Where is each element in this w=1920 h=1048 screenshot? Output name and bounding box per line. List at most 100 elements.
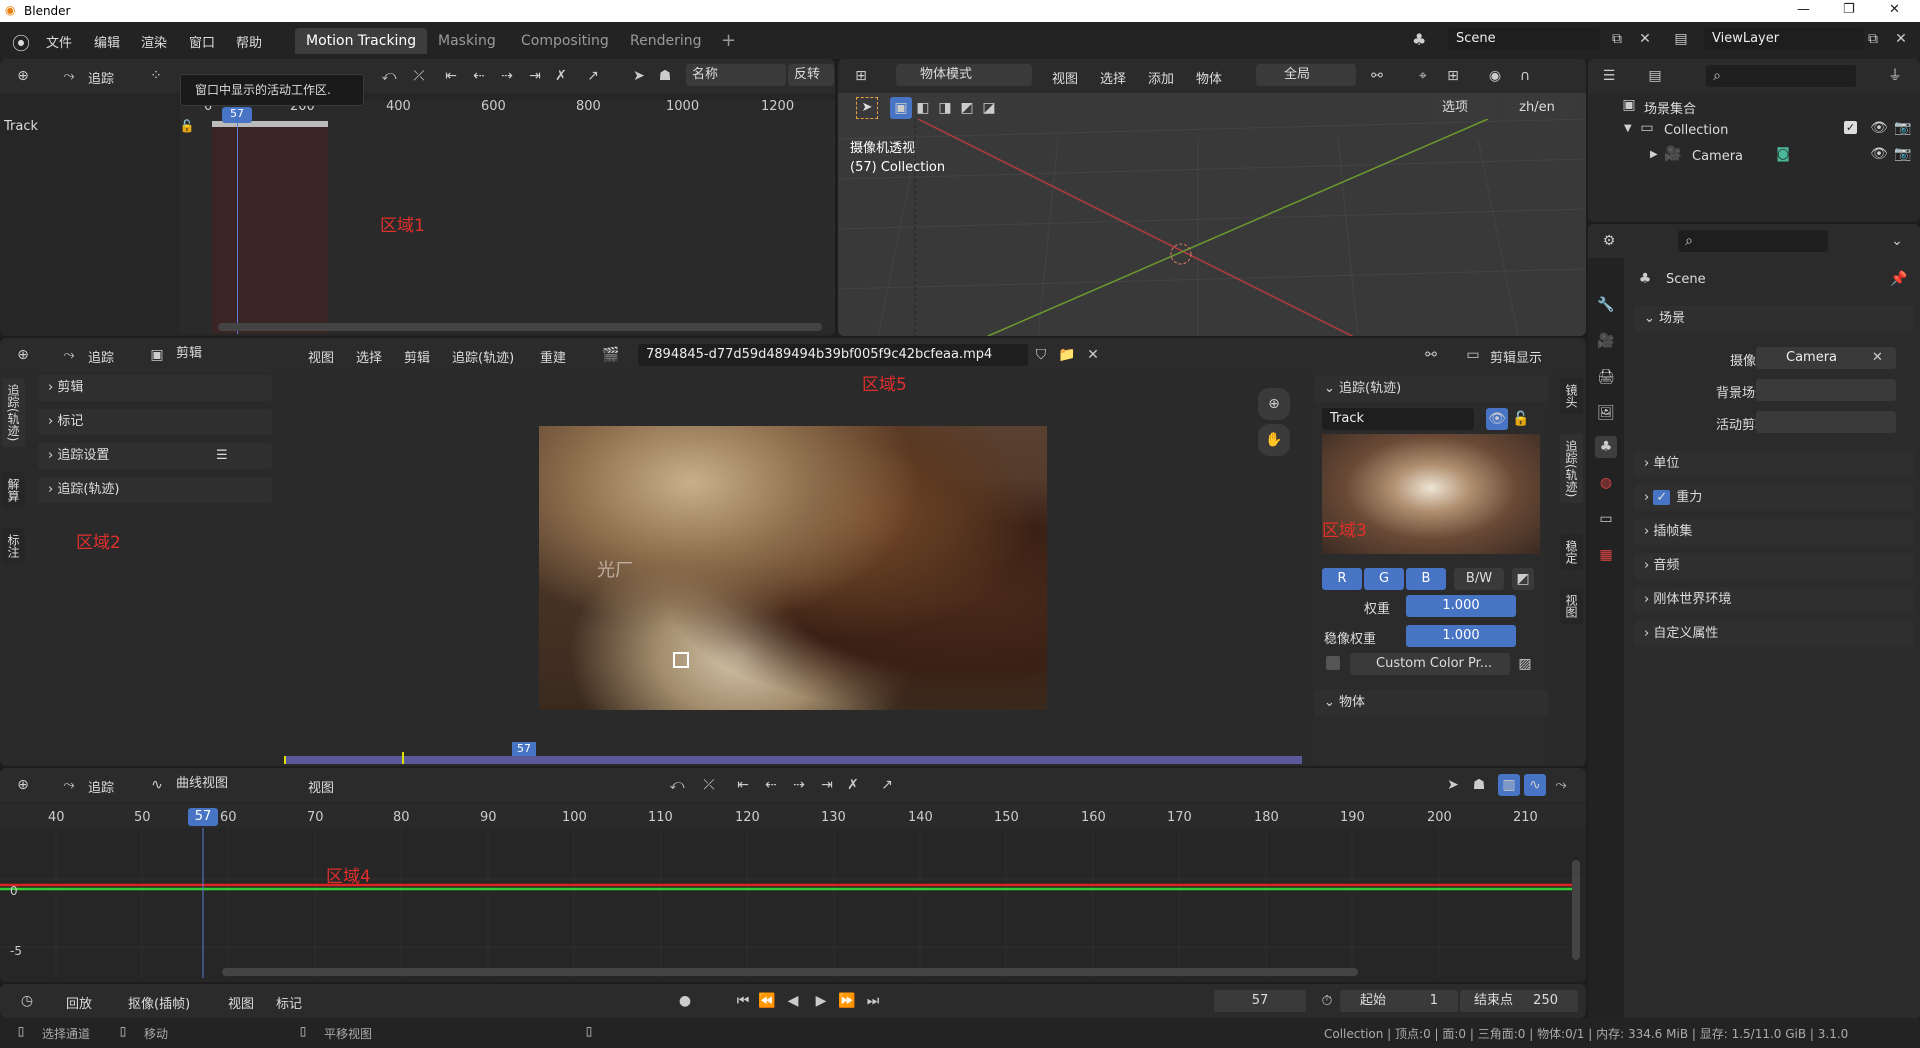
track-mode-icon[interactable]: ⤳ [58, 65, 80, 87]
snap-target-icon[interactable]: ⊞ [1442, 65, 1464, 87]
select-filter-icon[interactable]: ➤ [1442, 774, 1464, 796]
tab-masking[interactable]: Masking [427, 28, 507, 54]
track-markers-icon[interactable]: ⤺ [378, 65, 400, 87]
color-preset-dropdown[interactable]: Custom Color Pr... [1350, 653, 1510, 675]
clear-camera-icon[interactable]: ✕ [1872, 350, 1883, 365]
properties-search[interactable] [1678, 230, 1828, 252]
camera-expand-icon[interactable]: ▶ [1650, 149, 1658, 160]
track-next-icon[interactable]: ⇢ [496, 65, 518, 87]
clip-display-dropdown[interactable]: 剪辑显示 [1490, 347, 1542, 366]
track-channel-label[interactable]: Track [4, 119, 38, 134]
new-scene-icon[interactable]: ⧉ [1606, 28, 1628, 50]
curve-view-dropdown[interactable]: 曲线视图 [170, 773, 290, 795]
track-backward-icon[interactable]: ⇤ [732, 774, 754, 796]
weight-field[interactable]: 1.000 [1406, 595, 1516, 617]
next-keyframe-icon[interactable]: ⏩ [836, 990, 858, 1012]
proportional-icon[interactable]: ◉ [1484, 65, 1506, 87]
show-motion-icon[interactable]: ▥ [1498, 774, 1520, 796]
show-error-icon[interactable]: ⤳ [1550, 774, 1572, 796]
zoom-icon[interactable]: ⊕ [1258, 388, 1290, 420]
color-picker-icon[interactable]: ▨ [1514, 653, 1536, 675]
pivot-icon[interactable]: ⚯ [1366, 65, 1388, 87]
collection-visibility-icon[interactable]: 👁 [1868, 117, 1890, 139]
clear-track-icon[interactable]: ⤫ [698, 774, 720, 796]
gravity-checkbox[interactable]: ✓ [1653, 490, 1671, 505]
view-layer-tab-icon[interactable]: 🖼 [1595, 402, 1617, 424]
jump-end-icon[interactable]: ⏭ [862, 990, 884, 1012]
start-frame-field[interactable]: 起始 1 [1340, 990, 1458, 1012]
graph-frame-indicator[interactable]: 57 [188, 808, 218, 826]
properties-editor-icon[interactable]: ⚙ [1598, 230, 1620, 252]
record-icon[interactable]: ● [674, 990, 696, 1012]
menu-file[interactable]: 文件 [46, 32, 72, 51]
dopesheet-mode[interactable]: 追踪 [88, 68, 114, 87]
clip-browse-icon[interactable]: 🎬 [600, 344, 622, 366]
refine-icon[interactable]: ↗ [876, 774, 898, 796]
visibility-eye-icon[interactable]: 👁 [1486, 408, 1508, 430]
graph-editor-icon[interactable]: ⊕ [12, 774, 34, 796]
tab-rendering[interactable]: Rendering [619, 28, 713, 54]
clip-file-field[interactable]: 7894845-d77d59d489494b39bf005f9c42bcfeaa… [638, 344, 1028, 366]
viewlayer-icon[interactable]: ▤ [1670, 28, 1692, 50]
viewport-menu-select[interactable]: 选择 [1100, 68, 1126, 87]
timeline-editor-icon[interactable]: ◷ [16, 990, 38, 1012]
lock-icon[interactable]: 🔓 [1510, 408, 1532, 430]
fake-user-icon[interactable]: ⛉ [1030, 344, 1052, 366]
viewport-menu-view[interactable]: 视图 [1052, 68, 1078, 87]
keying-sets-panel-header[interactable]: › 插帧集 [1634, 519, 1914, 545]
alpha-icon[interactable]: ◩ [1512, 568, 1534, 590]
timeline-view-menu[interactable]: 视图 [228, 993, 254, 1012]
clip-menu-clip[interactable]: 剪辑 [404, 347, 430, 366]
tab-motion-tracking[interactable]: Motion Tracking [295, 28, 428, 54]
clip-display-icon[interactable]: ▭ [1462, 344, 1484, 366]
chevron-down-icon[interactable]: ⌄ [1886, 230, 1908, 252]
active-clip-field[interactable] [1756, 411, 1896, 433]
clip-menu-reconstruct[interactable]: 重建 [540, 347, 566, 366]
snap-icon[interactable]: ⌖ [1412, 65, 1434, 87]
channel-g-button[interactable]: G [1364, 568, 1404, 590]
add-workspace-button[interactable]: + [710, 28, 747, 54]
tab-footage[interactable]: 镜头 [1560, 378, 1583, 414]
playback-menu[interactable]: 回放 [66, 993, 92, 1012]
collection-render-icon[interactable]: 📷 [1892, 117, 1914, 139]
play-reverse-icon[interactable]: ◀ [782, 990, 804, 1012]
track-next-icon[interactable]: ⇢ [788, 774, 810, 796]
graph-mode[interactable]: 追踪 [88, 777, 114, 796]
current-frame-field[interactable]: 57 [1214, 990, 1306, 1012]
world-tab-icon[interactable]: ◍ [1595, 472, 1617, 494]
track-markers-icon[interactable]: ⤺ [666, 774, 688, 796]
units-panel-header[interactable]: › 单位 [1634, 451, 1914, 477]
clip-timeline-bar[interactable] [284, 756, 1302, 764]
select-tool-icon[interactable]: ➤ [856, 97, 878, 119]
editor-type-icon[interactable]: ⊕ [12, 65, 34, 87]
jump-start-icon[interactable]: ⏮ [732, 990, 754, 1012]
menu-edit[interactable]: 编辑 [94, 32, 120, 51]
bw-button[interactable]: B/W [1454, 568, 1504, 590]
render-tab-icon[interactable]: 🎥 [1595, 330, 1617, 352]
graph-editor[interactable]: ⊕ ⤳ 追踪 ∿ 曲线视图 视图 ⤺ ⤫ ⇤ ⇠ ⇢ ⇥ ✗ ↗ ➤ ☗ ▥ ∿… [0, 768, 1586, 982]
tool-tab-icon[interactable]: 🔧 [1595, 294, 1617, 316]
tab-solve[interactable]: 解算 [2, 472, 25, 508]
track-panel[interactable]: › 追踪(轨迹) [38, 477, 272, 503]
collection-tab-icon[interactable]: ▭ [1595, 508, 1617, 530]
track-name-field[interactable]: Track [1322, 408, 1474, 430]
selection-modes[interactable]: ▣ ◧ ◨ ◩ ◪ [890, 97, 1002, 119]
refine-icon[interactable]: ↗ [582, 65, 604, 87]
graph-mode-icon[interactable]: ⤳ [58, 774, 80, 796]
texture-tab-icon[interactable]: ▦ [1595, 544, 1617, 566]
bg-scene-field[interactable] [1756, 379, 1896, 401]
orientation-dropdown[interactable]: 全局 [1256, 64, 1356, 86]
invert-button[interactable]: 反转 [788, 64, 834, 86]
custom-color-checkbox[interactable] [1326, 656, 1340, 670]
track-settings-panel[interactable]: › 追踪设置 ☰ [38, 443, 272, 469]
scene-icon[interactable]: ♣ [1412, 30, 1426, 49]
menu-help[interactable]: 帮助 [236, 32, 262, 51]
ghost-icon[interactable]: ☗ [1468, 774, 1490, 796]
timeline-marker-menu[interactable]: 标记 [276, 993, 302, 1012]
outliner-search[interactable] [1706, 65, 1856, 87]
clear-path-icon[interactable]: ✗ [842, 774, 864, 796]
list-icon[interactable]: ☰ [216, 443, 228, 469]
clip-editor-icon[interactable]: ⊕ [12, 344, 34, 366]
track-prev-icon[interactable]: ⇠ [760, 774, 782, 796]
falloff-icon[interactable]: ∩ [1514, 65, 1536, 87]
